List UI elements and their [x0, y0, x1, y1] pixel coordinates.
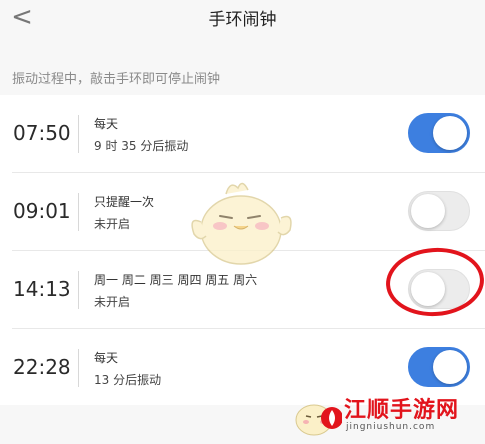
page-title: 手环闹钟: [208, 10, 277, 30]
alarm-repeat: 每天: [94, 117, 119, 131]
alarm-status: 未开启: [94, 295, 131, 309]
duck-mascot-icon: [295, 404, 342, 436]
alarm-toggle[interactable]: [408, 347, 470, 387]
alarm-status: 9 时 35 分后振动: [94, 139, 189, 153]
alarm-time: 22:28: [13, 355, 71, 379]
watermark-url: jingniushun.com: [346, 422, 436, 432]
watermark-name: 江顺手游网: [344, 397, 460, 423]
alarm-status: 13 分后振动: [94, 373, 162, 387]
alarm-repeat: 只提醒一次: [94, 195, 155, 209]
alarm-time: 09:01: [13, 199, 71, 223]
divider: [78, 115, 79, 153]
alarm-repeat: 周一 周二 周三 周四 周五 周六: [94, 273, 258, 287]
toggle-knob: [433, 116, 467, 150]
header-bar: < 手环闹钟: [0, 0, 485, 44]
divider: [78, 193, 79, 231]
alarm-row[interactable]: 07:50 每天 9 时 35 分后振动: [0, 95, 485, 173]
divider: [78, 349, 79, 387]
watermark: 江顺手游网 jingniushun.com: [292, 388, 485, 442]
duck-mascot-icon: [191, 182, 292, 265]
toggle-knob: [433, 350, 467, 384]
divider: [78, 271, 79, 309]
toggle-knob: [411, 194, 445, 228]
alarm-time: 07:50: [13, 121, 71, 145]
hint-text: 振动过程中，敲击手环即可停止闹钟: [12, 72, 221, 87]
alarm-toggle[interactable]: [408, 191, 470, 231]
alarm-status: 未开启: [94, 217, 131, 231]
alarm-toggle[interactable]: [408, 113, 470, 153]
alarm-time: 14:13: [13, 277, 71, 301]
alarm-repeat: 每天: [94, 351, 119, 365]
